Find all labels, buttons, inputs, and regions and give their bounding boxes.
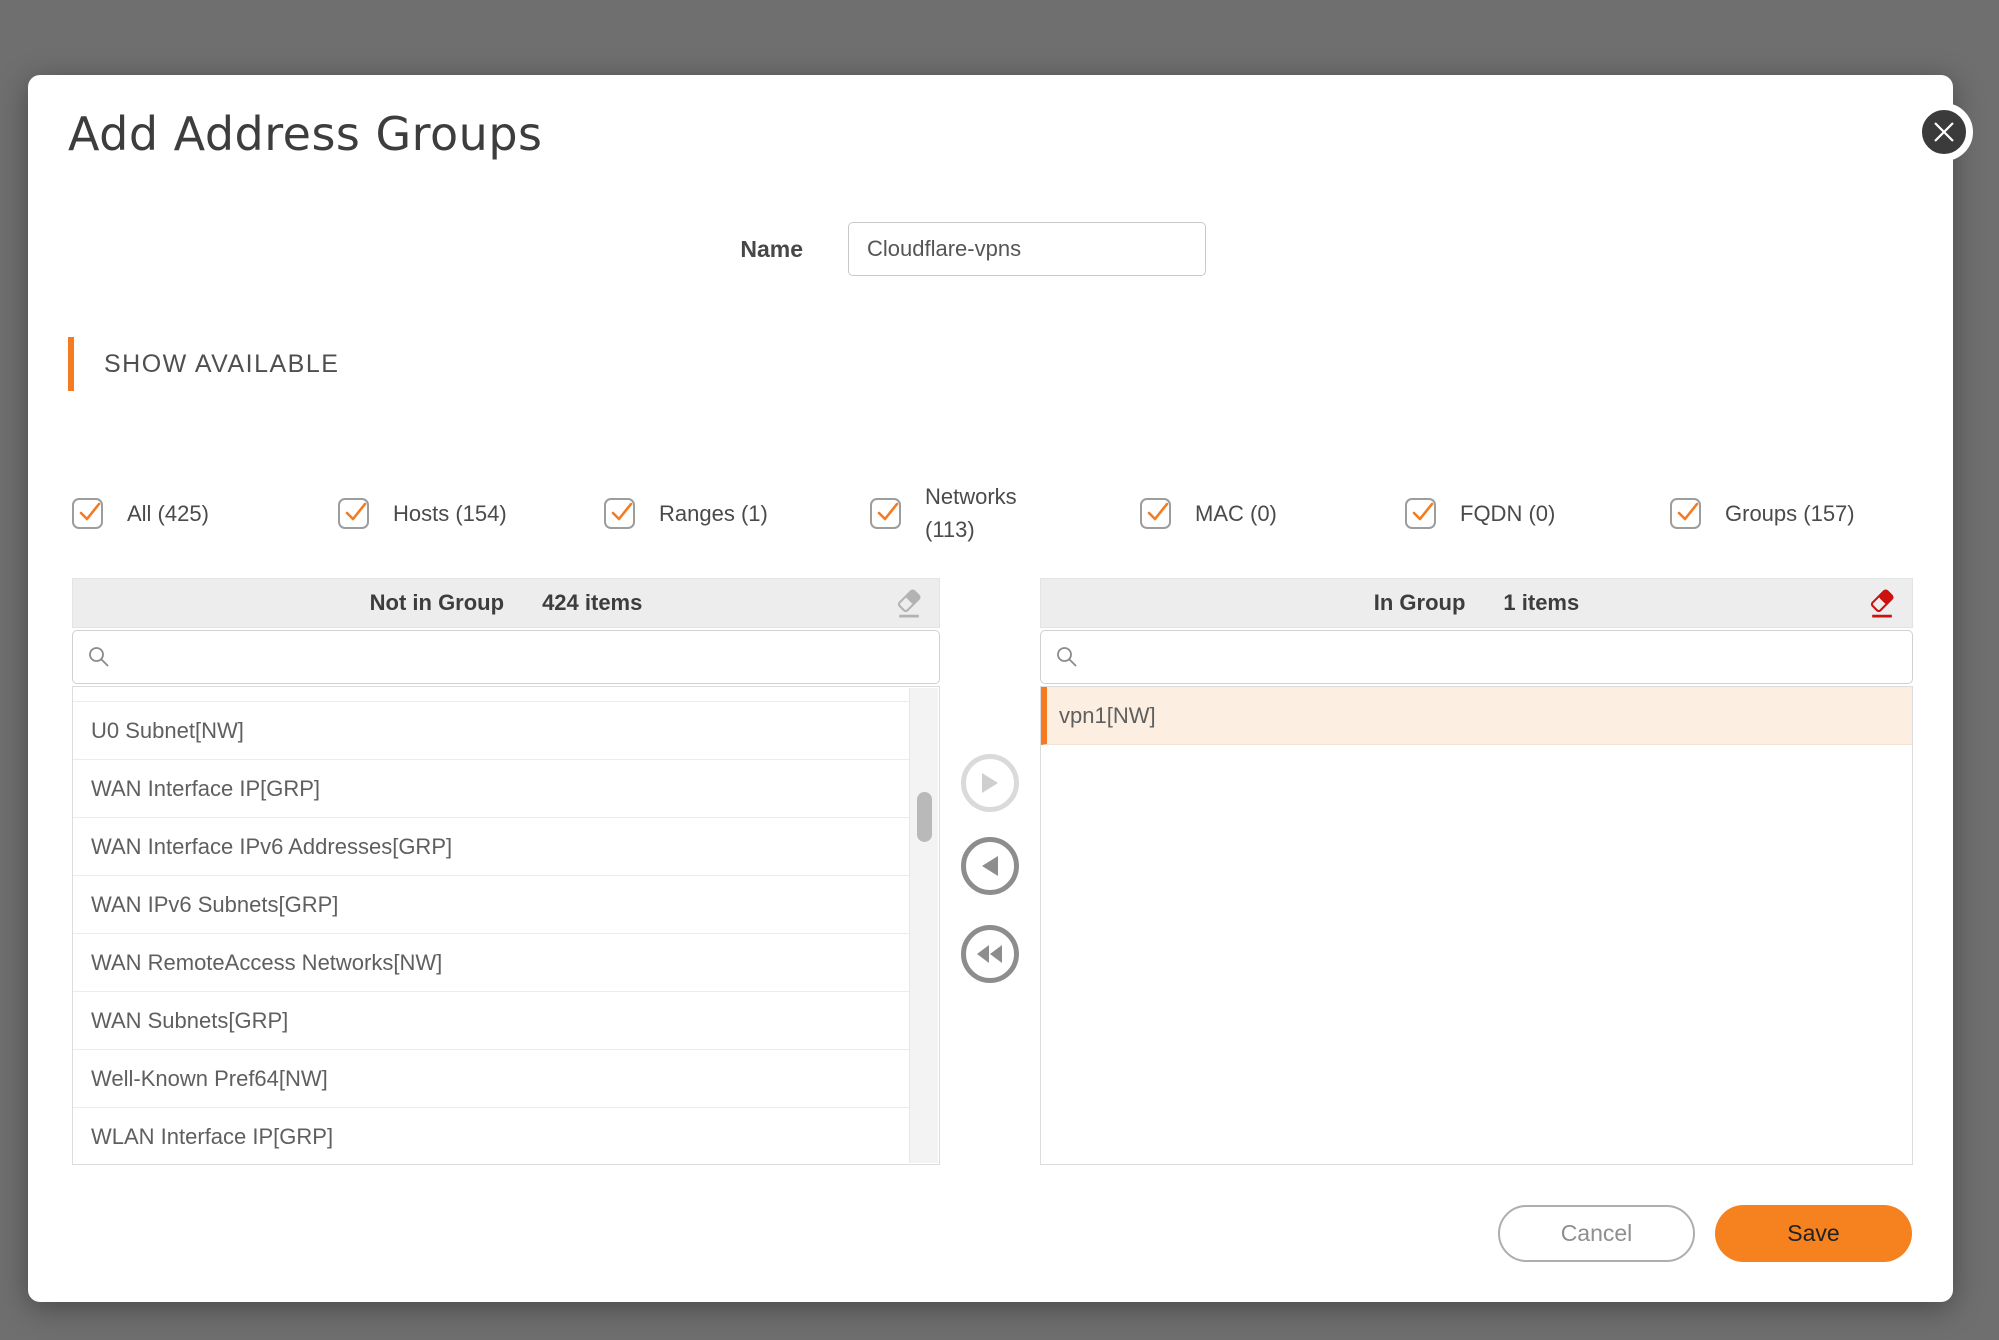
list-item-label: WAN Subnets[GRP] [91, 1008, 288, 1034]
list-item-label: vpn1[NW] [1059, 703, 1156, 729]
list-item-label: Well-Known Pref64[NW] [91, 1066, 328, 1092]
list-item-label: WLAN Interface IP[GRP] [91, 1124, 333, 1150]
checkbox-checked-icon[interactable] [1405, 498, 1436, 529]
move-right-button[interactable] [961, 754, 1019, 812]
in-group-title: In Group [1374, 590, 1466, 616]
filter-checkbox-item[interactable]: Groups (157) [1670, 467, 1855, 559]
move-all-left-button[interactable] [961, 925, 1019, 983]
cancel-button[interactable]: Cancel [1498, 1205, 1695, 1262]
search-input[interactable] [123, 645, 925, 669]
filter-label: Ranges (1) [659, 497, 768, 530]
eraser-icon [895, 589, 923, 619]
clear-left-selection-button[interactable] [895, 589, 923, 619]
show-available-section: SHOW AVAILABLE [68, 337, 339, 391]
list-item[interactable]: WAN Interface IP[GRP] [73, 760, 909, 818]
filter-checkbox-item[interactable]: Hosts (154) [338, 467, 507, 559]
scrollbar-thumb[interactable] [917, 792, 932, 842]
double-arrow-left-icon [976, 943, 1004, 965]
filter-label: Groups (157) [1725, 497, 1855, 530]
not-in-group-count: 424 items [542, 590, 642, 616]
search-icon [1055, 645, 1079, 669]
list-item[interactable]: WLAN Interface IP[GRP] [73, 1108, 909, 1165]
scrollbar-track[interactable] [909, 688, 938, 1163]
filter-label: Hosts (154) [393, 497, 507, 530]
show-available-label: SHOW AVAILABLE [104, 350, 339, 379]
checkbox-checked-icon[interactable] [604, 498, 635, 529]
checkbox-checked-icon[interactable] [338, 498, 369, 529]
partial-row [73, 687, 909, 702]
filter-checkbox-item[interactable]: MAC (0) [1140, 467, 1277, 559]
type-filters: All (425) Hosts (154) Ranges (1) Network… [28, 467, 1953, 559]
not-in-group-panel: Not in Group 424 items [72, 578, 940, 1165]
search-icon [87, 645, 111, 669]
transfer-controls [961, 578, 1021, 983]
list-item-label: U0 Subnet[NW] [91, 718, 244, 744]
search-input[interactable] [1091, 645, 1898, 669]
filter-label: All (425) [127, 497, 209, 530]
name-label: Name [28, 236, 803, 263]
filter-checkbox-item[interactable]: Networks (113) [870, 467, 1043, 559]
not-in-group-title: Not in Group [370, 590, 504, 616]
list-item-label: WAN Interface IP[GRP] [91, 776, 320, 802]
list-item[interactable]: WAN RemoteAccess Networks[NW] [73, 934, 909, 992]
list-item[interactable]: WAN IPv6 Subnets[GRP] [73, 876, 909, 934]
filter-label: Networks (113) [925, 480, 1043, 546]
in-group-count: 1 items [1503, 590, 1579, 616]
in-group-list: vpn1[NW] [1040, 686, 1913, 1165]
close-icon [1931, 119, 1957, 145]
clear-right-selection-button[interactable] [1868, 589, 1896, 619]
checkbox-checked-icon[interactable] [1670, 498, 1701, 529]
eraser-icon [1868, 589, 1896, 619]
list-item-label: WAN Interface IPv6 Addresses[GRP] [91, 834, 452, 860]
filter-label: MAC (0) [1195, 497, 1277, 530]
page-title: Add Address Groups [68, 107, 543, 161]
list-item-label: WAN IPv6 Subnets[GRP] [91, 892, 338, 918]
close-button[interactable] [1915, 103, 1973, 161]
list-item[interactable]: WAN Subnets[GRP] [73, 992, 909, 1050]
accent-bar [68, 337, 74, 391]
not-in-group-search [72, 630, 940, 684]
arrow-right-icon [980, 771, 1000, 795]
checkbox-checked-icon[interactable] [870, 498, 901, 529]
checkbox-checked-icon[interactable] [72, 498, 103, 529]
checkbox-checked-icon[interactable] [1140, 498, 1171, 529]
filter-checkbox-item[interactable]: Ranges (1) [604, 467, 768, 559]
move-left-button[interactable] [961, 837, 1019, 895]
list-item[interactable]: WAN Interface IPv6 Addresses[GRP] [73, 818, 909, 876]
not-in-group-header: Not in Group 424 items [72, 578, 940, 628]
in-group-panel: In Group 1 items [1040, 578, 1913, 1165]
save-button[interactable]: Save [1715, 1205, 1912, 1262]
in-group-search [1040, 630, 1913, 684]
filter-label: FQDN (0) [1460, 497, 1555, 530]
name-input[interactable] [848, 222, 1206, 276]
add-address-groups-dialog: Add Address Groups Name SHOW AVAILABLE A… [28, 75, 1953, 1302]
filter-checkbox-item[interactable]: FQDN (0) [1405, 467, 1555, 559]
in-group-header: In Group 1 items [1040, 578, 1913, 628]
not-in-group-list: U0 Subnet[NW] WAN Interface IP[GRP] WAN … [72, 686, 940, 1165]
list-item[interactable]: Well-Known Pref64[NW] [73, 1050, 909, 1108]
arrow-left-icon [980, 854, 1000, 878]
list-item-label: WAN RemoteAccess Networks[NW] [91, 950, 442, 976]
filter-checkbox-item[interactable]: All (425) [72, 467, 209, 559]
name-row: Name [28, 221, 1953, 277]
list-item[interactable]: vpn1[NW] [1041, 687, 1912, 745]
list-item[interactable]: U0 Subnet[NW] [73, 702, 909, 760]
